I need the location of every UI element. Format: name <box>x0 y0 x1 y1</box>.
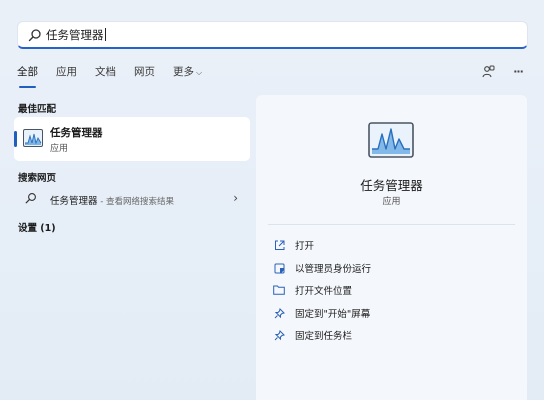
action-open-file-location[interactable]: 打开文件位置 <box>273 282 352 298</box>
share-icon[interactable] <box>480 63 496 79</box>
action-run-as-admin[interactable]: 以管理员身份运行 <box>273 260 371 276</box>
settings-header[interactable]: 设置 (1) <box>18 220 56 234</box>
best-match-name: 任务管理器 <box>50 127 103 139</box>
tab-documents[interactable]: 文档 <box>95 64 116 82</box>
tab-web[interactable]: 网页 <box>134 64 155 82</box>
tab-apps[interactable]: 应用 <box>56 64 77 82</box>
text-caret <box>104 28 106 41</box>
divider <box>268 224 515 225</box>
details-type: 应用 <box>382 197 401 207</box>
tab-all[interactable]: 全部 <box>17 64 38 88</box>
best-match-header: 最佳匹配 <box>18 104 57 115</box>
details-title: 任务管理器 <box>360 178 423 193</box>
pin-icon <box>273 307 285 319</box>
open-icon <box>273 239 285 251</box>
action-pin-to-taskbar[interactable]: 固定到任务栏 <box>273 327 352 343</box>
toolbar-icons: ··· <box>480 63 526 79</box>
details-panel: 任务管理器 应用 打开 以管理员身份运行 打开文件位置 固定到"开始"屏幕 固定… <box>256 95 527 400</box>
shield-icon <box>273 262 285 274</box>
task-manager-icon <box>368 122 414 158</box>
search-box[interactable]: 任务管理器 <box>17 21 528 49</box>
folder-icon <box>273 284 285 296</box>
tab-more[interactable]: 更多 ⌵ <box>173 64 202 82</box>
web-search-header: 搜索网页 <box>18 173 57 184</box>
best-match-type: 应用 <box>50 144 69 154</box>
action-pin-to-start[interactable]: 固定到"开始"屏幕 <box>273 305 370 321</box>
search-filter-tabs: 全部 应用 文档 网页 更多 ⌵ <box>17 64 220 88</box>
task-manager-icon <box>23 129 43 147</box>
search-icon <box>25 193 36 204</box>
more-options-button[interactable]: ··· <box>510 63 526 79</box>
chevron-down-icon: ⌵ <box>196 68 203 77</box>
web-search-label: 任务管理器 - 查看网络搜索结果 <box>50 196 174 207</box>
web-search-result[interactable]: 任务管理器 - 查看网络搜索结果 › <box>14 189 250 209</box>
pin-icon <box>273 329 285 341</box>
selection-indicator <box>14 131 17 147</box>
chevron-right-icon[interactable]: › <box>233 191 238 205</box>
action-open[interactable]: 打开 <box>273 237 314 253</box>
search-icon <box>28 29 41 42</box>
best-match-item[interactable]: 任务管理器 应用 <box>14 117 250 161</box>
search-input[interactable]: 任务管理器 <box>46 27 106 43</box>
